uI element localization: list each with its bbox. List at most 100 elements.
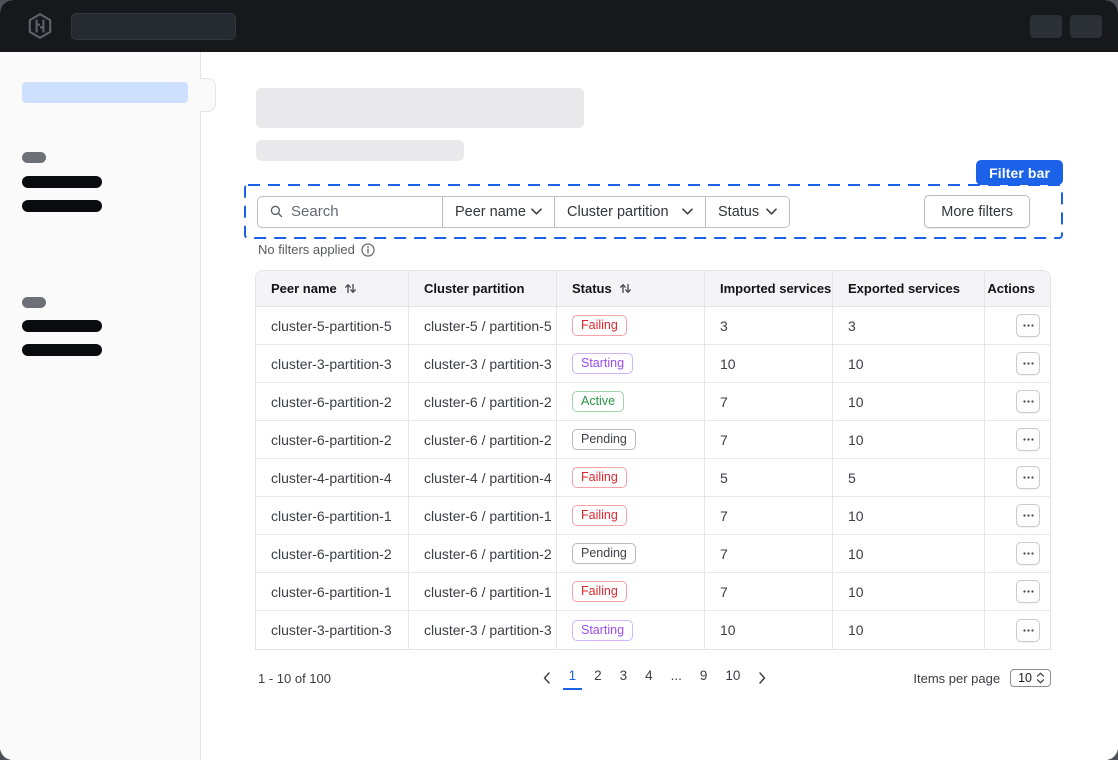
cell-actions (984, 611, 1050, 649)
chevron-down-icon (766, 208, 777, 215)
column-header-imported-services: Imported services (704, 271, 832, 306)
row-actions-button[interactable] (1016, 619, 1040, 642)
cell-imported-services: 7 (704, 383, 832, 420)
page-number[interactable]: 1 (563, 666, 583, 690)
column-label: Peer name (271, 281, 337, 296)
search-input[interactable] (291, 203, 430, 220)
cell-peer-name: cluster-3-partition-3 (256, 611, 408, 649)
ellipsis-icon (1023, 476, 1034, 479)
cell-peer-name: cluster-6-partition-2 (256, 535, 408, 572)
filter-bar-annotation-label: Filter bar (976, 160, 1063, 185)
cell-cluster-partition: cluster-6 / partition-2 (408, 421, 556, 458)
ellipsis-icon (1023, 400, 1034, 403)
page-number[interactable]: 2 (588, 666, 608, 690)
filter-segmented-group: Peer name Cluster partition (257, 196, 790, 228)
row-actions-button[interactable] (1016, 428, 1040, 451)
table-row: cluster-3-partition-3 cluster-3 / partit… (256, 345, 1050, 383)
sidebar-item-skeleton (22, 200, 102, 212)
more-filters-button[interactable]: More filters (924, 195, 1030, 228)
items-per-page-select[interactable]: 10 (1010, 669, 1051, 687)
cell-cluster-partition: cluster-3 / partition-3 (408, 345, 556, 382)
status-badge: Pending (572, 429, 636, 450)
page-number[interactable]: 4 (639, 666, 659, 690)
cell-exported-services: 10 (832, 497, 984, 534)
page-list: 1234... 910 (563, 666, 747, 690)
chevron-down-icon (682, 208, 693, 215)
dropdown-label: Cluster partition (567, 204, 669, 220)
pagination: 1 - 10 of 100 1234...910 It (255, 666, 1051, 690)
column-header-status[interactable]: Status (556, 271, 704, 306)
chevron-right-icon (758, 672, 766, 684)
table-row: cluster-6-partition-2 cluster-6 / partit… (256, 421, 1050, 459)
cell-cluster-partition: cluster-3 / partition-3 (408, 611, 556, 649)
row-actions-button[interactable] (1016, 314, 1040, 337)
row-actions-button[interactable] (1016, 542, 1040, 565)
table-row: cluster-3-partition-3 cluster-3 / partit… (256, 611, 1050, 649)
column-header-cluster-partition: Cluster partition (408, 271, 556, 306)
pagination-pages: 1234... 910 (537, 666, 773, 690)
cell-cluster-partition: cluster-6 / partition-1 (408, 573, 556, 610)
info-icon[interactable] (361, 243, 375, 257)
items-per-page-label: Items per page (913, 671, 1000, 686)
cell-imported-services: 10 (704, 345, 832, 382)
previous-page-button[interactable] (537, 670, 557, 686)
cell-exported-services: 10 (832, 421, 984, 458)
row-actions-button[interactable] (1016, 466, 1040, 489)
peers-table: Peer name Cluster partition Status (255, 270, 1051, 650)
hashicorp-logo-icon[interactable] (26, 12, 54, 40)
cell-exported-services: 10 (832, 573, 984, 610)
table-row: cluster-6-partition-1 cluster-6 / partit… (256, 497, 1050, 535)
sidebar-collapse-handle[interactable] (200, 78, 216, 112)
page-ellipsis: ... (665, 666, 688, 690)
table-row: cluster-6-partition-2 cluster-6 / partit… (256, 535, 1050, 573)
status-badge: Pending (572, 543, 636, 564)
filters-applied-text: No filters applied (258, 242, 355, 257)
cell-status: Active (556, 383, 704, 420)
cell-actions (984, 497, 1050, 534)
cell-exported-services: 3 (832, 307, 984, 344)
status-badge: Starting (572, 620, 633, 641)
nav-actions (1030, 15, 1102, 38)
ellipsis-icon (1023, 362, 1034, 365)
cell-imported-services: 7 (704, 535, 832, 572)
cell-status: Pending (556, 421, 704, 458)
cell-peer-name: cluster-4-partition-4 (256, 459, 408, 496)
peer-name-dropdown[interactable]: Peer name (442, 196, 555, 228)
cell-exported-services: 5 (832, 459, 984, 496)
top-nav (0, 0, 1118, 52)
ellipsis-icon (1023, 438, 1034, 441)
dropdown-label: Peer name (455, 204, 526, 220)
search-icon (270, 204, 283, 219)
cell-peer-name: cluster-6-partition-2 (256, 383, 408, 420)
sidebar-item-skeleton (22, 320, 102, 332)
row-actions-button[interactable] (1016, 352, 1040, 375)
sidebar-item-skeleton (22, 344, 102, 356)
cell-imported-services: 7 (704, 497, 832, 534)
next-page-button[interactable] (752, 670, 772, 686)
column-label: Actions (987, 281, 1035, 296)
page-number[interactable]: 10 (719, 666, 746, 690)
page-number[interactable]: 9 (694, 666, 714, 690)
column-header-actions: Actions (984, 271, 1050, 306)
row-actions-button[interactable] (1016, 504, 1040, 527)
status-badge: Failing (572, 581, 627, 602)
row-actions-button[interactable] (1016, 580, 1040, 603)
table-row: cluster-6-partition-2 cluster-6 / partit… (256, 383, 1050, 421)
nav-action-skeleton (1070, 15, 1102, 38)
cell-imported-services: 7 (704, 573, 832, 610)
ellipsis-icon (1023, 590, 1034, 593)
cluster-partition-dropdown[interactable]: Cluster partition (554, 196, 706, 228)
cell-imported-services: 5 (704, 459, 832, 496)
search-box[interactable] (257, 196, 443, 228)
page-subtitle-skeleton (256, 140, 464, 161)
cell-exported-services: 10 (832, 535, 984, 572)
cell-actions (984, 573, 1050, 610)
column-header-peer-name[interactable]: Peer name (256, 271, 408, 306)
row-actions-button[interactable] (1016, 390, 1040, 413)
page-number[interactable]: 3 (614, 666, 634, 690)
table-row: cluster-5-partition-5 cluster-5 / partit… (256, 307, 1050, 345)
sort-icon (619, 282, 632, 295)
status-dropdown[interactable]: Status (705, 196, 790, 228)
items-per-page-value: 10 (1018, 671, 1032, 685)
cell-cluster-partition: cluster-5 / partition-5 (408, 307, 556, 344)
